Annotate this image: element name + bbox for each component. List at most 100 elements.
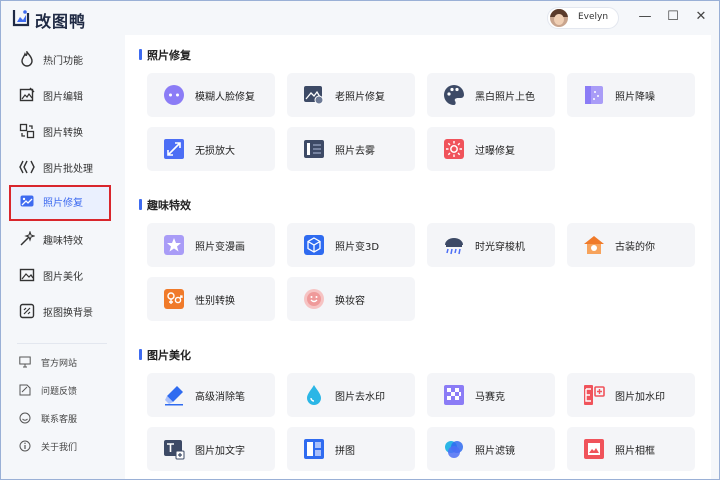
sidebar-item-cutout[interactable]: 抠图换背景 [9, 295, 111, 327]
card-label: 图片加文字 [195, 446, 245, 457]
palette-icon [444, 85, 464, 105]
card-remove-watermark[interactable]: 图片去水印 [287, 373, 415, 417]
sidebar-item-label: 图片转换 [43, 128, 83, 139]
collage-icon [304, 439, 324, 459]
app-title: 改图鸭 [35, 12, 87, 31]
sidebar-link-feedback[interactable]: 问题反馈 [19, 381, 109, 401]
sidebar-item-batch[interactable]: 图片批处理 [9, 151, 111, 183]
convert-icon [19, 123, 35, 139]
sidebar-link-label: 官方网站 [41, 359, 78, 369]
card-colorize[interactable]: 黑白照片上色 [427, 73, 555, 117]
card-label: 古装的你 [615, 242, 655, 253]
sidebar-item-photo-repair[interactable]: 照片修复 [9, 185, 111, 221]
sidebar-link-support[interactable]: 联系客服 [19, 409, 109, 429]
photo-repair-icon [20, 195, 34, 207]
sidebar-item-image-edit[interactable]: 图片编辑 [9, 79, 111, 111]
eraser-pen-icon [165, 386, 183, 406]
makeup-icon [304, 289, 324, 309]
card-label: 黑白照片上色 [475, 92, 535, 103]
minimize-button[interactable]: — [637, 9, 653, 25]
card-label: 老照片修复 [335, 92, 385, 103]
card-mosaic[interactable]: 马赛克 [427, 373, 555, 417]
face-repair-icon [164, 85, 184, 105]
card-frame[interactable]: 照片相框 [567, 427, 695, 471]
card-label: 高级消除笔 [195, 392, 245, 403]
card-label: 换妆容 [335, 296, 365, 307]
card-enlarge[interactable]: 无损放大 [147, 127, 275, 171]
card-3d[interactable]: 照片变3D [287, 223, 415, 267]
card-label: 照片降噪 [615, 92, 655, 103]
sidebar-item-fun-effects[interactable]: 趣味特效 [9, 223, 111, 255]
card-filter[interactable]: 照片滤镜 [427, 427, 555, 471]
card-label: 马赛克 [475, 392, 505, 403]
card-label: 模糊人脸修复 [195, 92, 255, 103]
card-label: 照片滤镜 [475, 446, 515, 457]
sidebar-item-label: 趣味特效 [43, 236, 83, 247]
card-label: 照片变3D [335, 242, 380, 253]
sidebar-item-hot[interactable]: 热门功能 [9, 43, 111, 75]
denoise-icon [585, 86, 603, 104]
fire-icon [21, 51, 33, 67]
avatar [550, 9, 568, 27]
remove-watermark-icon [307, 385, 321, 405]
card-time-machine[interactable]: 时光穿梭机 [427, 223, 555, 267]
card-label: 过曝修复 [475, 146, 515, 157]
cutout-icon [19, 303, 35, 319]
sidebar-divider [17, 343, 107, 344]
sidebar-link-label: 联系客服 [41, 415, 78, 425]
card-makeup[interactable]: 换妆容 [287, 277, 415, 321]
sidebar-item-label: 抠图换背景 [43, 308, 93, 319]
card-ancient-costume[interactable]: 古装的你 [567, 223, 695, 267]
feedback-icon [19, 384, 31, 396]
sidebar-item-label: 图片编辑 [43, 92, 83, 103]
app-logo-icon [12, 10, 30, 27]
card-collage[interactable]: 拼图 [287, 427, 415, 471]
card-gender-swap[interactable]: 性别转换 [147, 277, 275, 321]
section-title-beautify: 图片美化 [139, 347, 191, 363]
maximize-button[interactable]: ☐ [665, 9, 681, 25]
image-edit-icon [19, 87, 35, 102]
time-machine-icon [445, 238, 463, 255]
card-overexposure[interactable]: 过曝修复 [427, 127, 555, 171]
sidebar-item-beautify[interactable]: 图片美化 [9, 259, 111, 291]
card-add-text[interactable]: 图片加文字 [147, 427, 275, 471]
filter-icon [445, 441, 463, 458]
section-title-photo-repair: 照片修复 [139, 47, 191, 63]
card-comic[interactable]: 照片变漫画 [147, 223, 275, 267]
card-label: 图片去水印 [335, 392, 385, 403]
card-denoise[interactable]: 照片降噪 [567, 73, 695, 117]
card-label: 照片去雾 [335, 146, 375, 157]
old-photo-icon [304, 86, 324, 105]
app-window: 改图鸭 Evelyn — ☐ ✕ 热门功能 图片编辑 图片转换 图片批处理 照片… [0, 0, 720, 480]
close-button[interactable]: ✕ [693, 9, 709, 25]
sidebar-item-label: 热门功能 [43, 56, 83, 67]
card-face-repair[interactable]: 模糊人脸修复 [147, 73, 275, 117]
beautify-icon [19, 268, 35, 282]
sidebar-link-website[interactable]: 官方网站 [19, 353, 109, 373]
sidebar-link-about[interactable]: 关于我们 [19, 437, 109, 457]
sidebar: 热门功能 图片编辑 图片转换 图片批处理 照片修复 趣味特效 图片美化 抠图换背… [1, 35, 119, 479]
user-account-button[interactable]: Evelyn [547, 7, 619, 29]
card-defog[interactable]: 照片去雾 [287, 127, 415, 171]
card-eraser-pen[interactable]: 高级消除笔 [147, 373, 275, 417]
card-add-watermark[interactable]: 图片加水印 [567, 373, 695, 417]
support-icon [19, 412, 31, 424]
sidebar-item-label: 图片批处理 [43, 164, 93, 175]
sidebar-item-label: 照片修复 [43, 198, 83, 209]
card-label: 图片加水印 [615, 392, 665, 403]
sidebar-link-label: 问题反馈 [41, 387, 78, 397]
magic-wand-icon [20, 231, 35, 246]
sidebar-item-label: 图片美化 [43, 272, 83, 283]
card-old-photo[interactable]: 老照片修复 [287, 73, 415, 117]
enlarge-icon [164, 139, 184, 159]
add-watermark-icon [584, 385, 605, 405]
card-label: 性别转换 [195, 296, 235, 307]
card-label: 照片相框 [615, 446, 655, 457]
overexposure-icon [444, 139, 464, 159]
card-label: 无损放大 [195, 146, 235, 157]
gender-swap-icon [164, 289, 184, 309]
card-label: 拼图 [335, 446, 355, 457]
sidebar-item-convert[interactable]: 图片转换 [9, 115, 111, 147]
batch-icon [19, 160, 35, 174]
ancient-costume-icon [584, 236, 604, 254]
